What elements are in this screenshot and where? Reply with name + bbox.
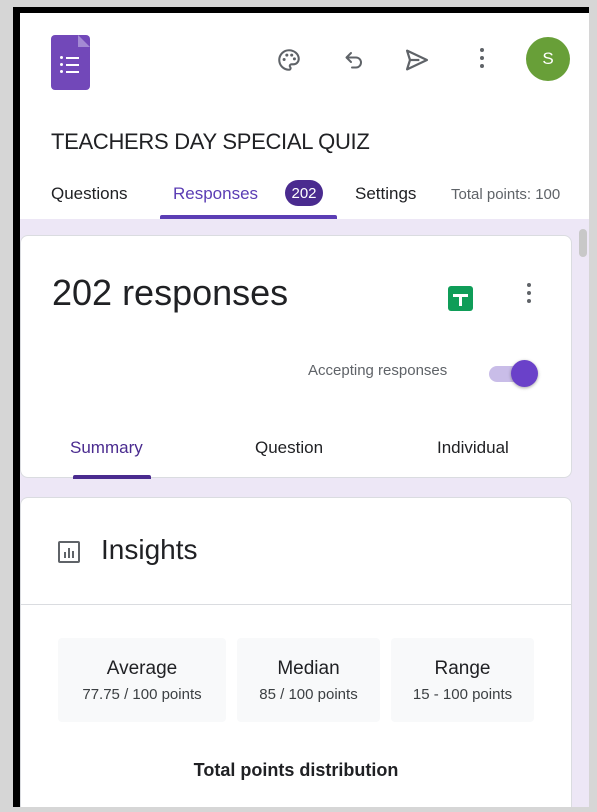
send-icon[interactable] bbox=[401, 44, 433, 76]
forms-logo-icon[interactable] bbox=[51, 35, 90, 90]
stat-value: 15 - 100 points bbox=[412, 686, 513, 703]
insights-title: Insights bbox=[101, 534, 198, 565]
stat-label: Median bbox=[277, 658, 340, 679]
responses-count-title: 202 responses bbox=[52, 272, 289, 313]
stat-label: Average bbox=[106, 658, 178, 679]
sheets-icon[interactable] bbox=[448, 286, 473, 311]
stat-average: Average 77.75 / 100 points bbox=[58, 638, 226, 722]
undo-icon[interactable] bbox=[338, 44, 370, 76]
stat-median: Median 85 / 100 points bbox=[237, 638, 380, 722]
stat-label: Range bbox=[434, 658, 491, 679]
forms-screen: S TEACHERS DAY SPECIAL QUIZ Questions Re… bbox=[20, 13, 589, 807]
tab-questions[interactable]: Questions bbox=[51, 184, 128, 204]
accepting-responses-toggle[interactable] bbox=[489, 360, 539, 390]
scrollbar-thumb[interactable] bbox=[579, 229, 587, 257]
insights-chart-icon bbox=[58, 541, 80, 563]
more-vert-icon[interactable] bbox=[526, 283, 532, 307]
stat-value: 77.75 / 100 points bbox=[82, 686, 202, 703]
responses-card: 202 responses Accepting responses Summar… bbox=[20, 235, 572, 479]
scrollbar[interactable] bbox=[577, 219, 589, 807]
more-vert-icon[interactable] bbox=[479, 48, 485, 72]
insights-card: Insights Average 77.75 / 100 points Medi… bbox=[20, 497, 572, 807]
stat-value: 85 / 100 points bbox=[259, 686, 358, 703]
form-tabs: Questions Responses 202 Settings Total p… bbox=[20, 173, 589, 219]
subtab-individual[interactable]: Individual bbox=[437, 438, 509, 458]
distribution-title: Total points distribution bbox=[193, 760, 399, 780]
tab-settings[interactable]: Settings bbox=[355, 184, 416, 204]
accepting-responses-label: Accepting responses bbox=[308, 362, 448, 379]
total-points-label: Total points: 100 bbox=[451, 186, 561, 203]
divider bbox=[21, 604, 571, 605]
stat-range: Range 15 - 100 points bbox=[391, 638, 534, 722]
avatar[interactable]: S bbox=[526, 37, 570, 81]
tab-responses[interactable]: Responses bbox=[173, 184, 258, 204]
subtab-summary[interactable]: Summary bbox=[70, 438, 143, 458]
form-title: TEACHERS DAY SPECIAL QUIZ bbox=[51, 129, 370, 154]
palette-icon[interactable] bbox=[273, 44, 305, 76]
responses-count-badge: 202 bbox=[285, 180, 323, 206]
subtab-question[interactable]: Question bbox=[255, 438, 323, 458]
active-subtab-indicator bbox=[73, 475, 151, 479]
